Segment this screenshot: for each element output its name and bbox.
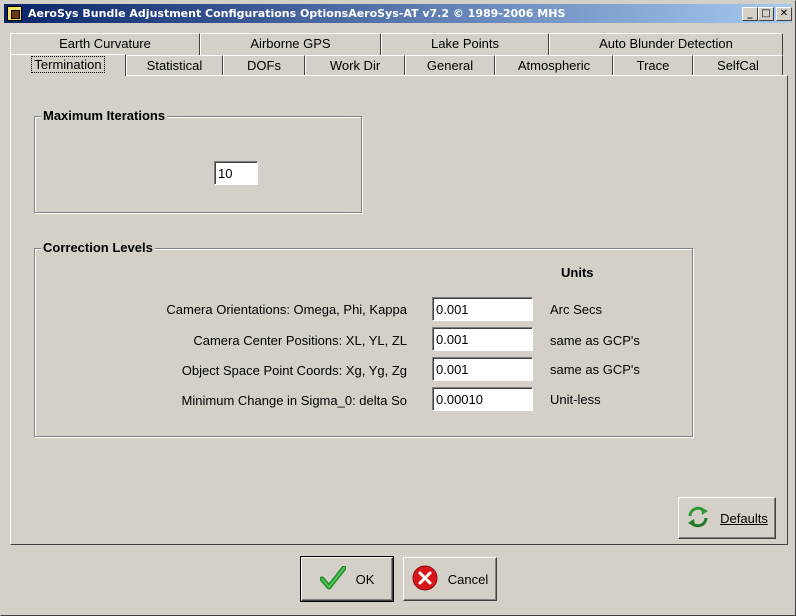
refresh-arrows-icon [686,505,710,532]
ok-button[interactable]: OK [300,556,394,602]
tab-selfcal[interactable]: SelfCal [693,55,783,77]
tab-dofs[interactable]: DOFs [223,55,305,77]
camera-orientations-unit: Arc Secs [550,302,603,317]
tab-label: DOFs [247,58,281,73]
tab-atmospheric[interactable]: Atmospheric [495,55,613,77]
tab-label: Airborne GPS [250,36,331,51]
tab-statistical[interactable]: Statistical [126,55,223,77]
object-space-input[interactable] [432,357,533,381]
checkmark-icon [319,565,347,593]
close-button[interactable]: ✕ [776,7,792,21]
maximize-button[interactable]: □ [758,7,774,21]
tab-label: Termination [31,56,105,73]
max-iterations-title: Maximum Iterations [41,108,168,123]
camera-center-input[interactable] [432,327,533,351]
tab-lake-points[interactable]: Lake Points [381,33,549,55]
camera-center-unit: same as GCP's [550,333,640,348]
defaults-label: Defaults [720,510,768,526]
max-iterations-group: Maximum Iterations [34,108,362,213]
title-bar[interactable]: AeroSys Bundle Adjustment Configurations… [4,4,792,23]
correction-levels-group: Correction Levels Units Camera Orientati… [34,240,693,437]
object-space-label: Object Space Point Coords: Xg, Yg, Zg [181,363,407,378]
tab-termination[interactable]: Termination [10,54,126,76]
tab-earth-curvature[interactable]: Earth Curvature [10,33,200,55]
tab-panel-termination: Maximum Iterations Correction Levels Uni… [10,75,788,545]
tab-label: SelfCal [717,58,759,73]
minimize-button[interactable]: _ [742,7,758,21]
ok-label: OK [355,571,375,587]
window-title: AeroSys Bundle Adjustment Configurations… [28,7,566,20]
cancel-button[interactable]: Cancel [403,557,497,601]
min-sigma-change-unit: Unit-less [550,392,601,407]
min-sigma-change-label: Minimum Change in Sigma_0: delta So [181,393,407,408]
tab-label: Auto Blunder Detection [599,36,733,51]
red-x-icon [412,565,438,594]
tab-label: General [426,58,474,73]
tab-label: Lake Points [431,36,499,51]
camera-orientations-label: Camera Orientations: Omega, Phi, Kappa [166,302,407,317]
tab-airborne-gps[interactable]: Airborne GPS [200,33,381,55]
tab-label: Earth Curvature [59,36,151,51]
tab-work-dir[interactable]: Work Dir [305,55,405,77]
camera-orientations-input[interactable] [432,297,533,321]
tab-general[interactable]: General [405,55,495,77]
camera-center-label: Camera Center Positions: XL, YL, ZL [193,333,407,348]
tab-label: Atmospheric [517,58,591,73]
correction-levels-title: Correction Levels [41,240,155,255]
max-iterations-input[interactable] [214,161,258,185]
tab-label: Work Dir [329,58,381,73]
tab-auto-blunder-detection[interactable]: Auto Blunder Detection [549,33,783,55]
tab-label: Trace [636,58,670,73]
cancel-label: Cancel [447,571,489,587]
dialog-window: AeroSys Bundle Adjustment Configurations… [0,0,796,616]
object-space-unit: same as GCP's [550,362,640,377]
units-header: Units [561,265,594,280]
defaults-button[interactable]: Defaults [678,497,776,539]
min-sigma-change-input[interactable] [432,387,533,411]
app-icon[interactable] [7,6,22,21]
tab-trace[interactable]: Trace [613,55,693,77]
tab-label: Statistical [146,58,203,73]
